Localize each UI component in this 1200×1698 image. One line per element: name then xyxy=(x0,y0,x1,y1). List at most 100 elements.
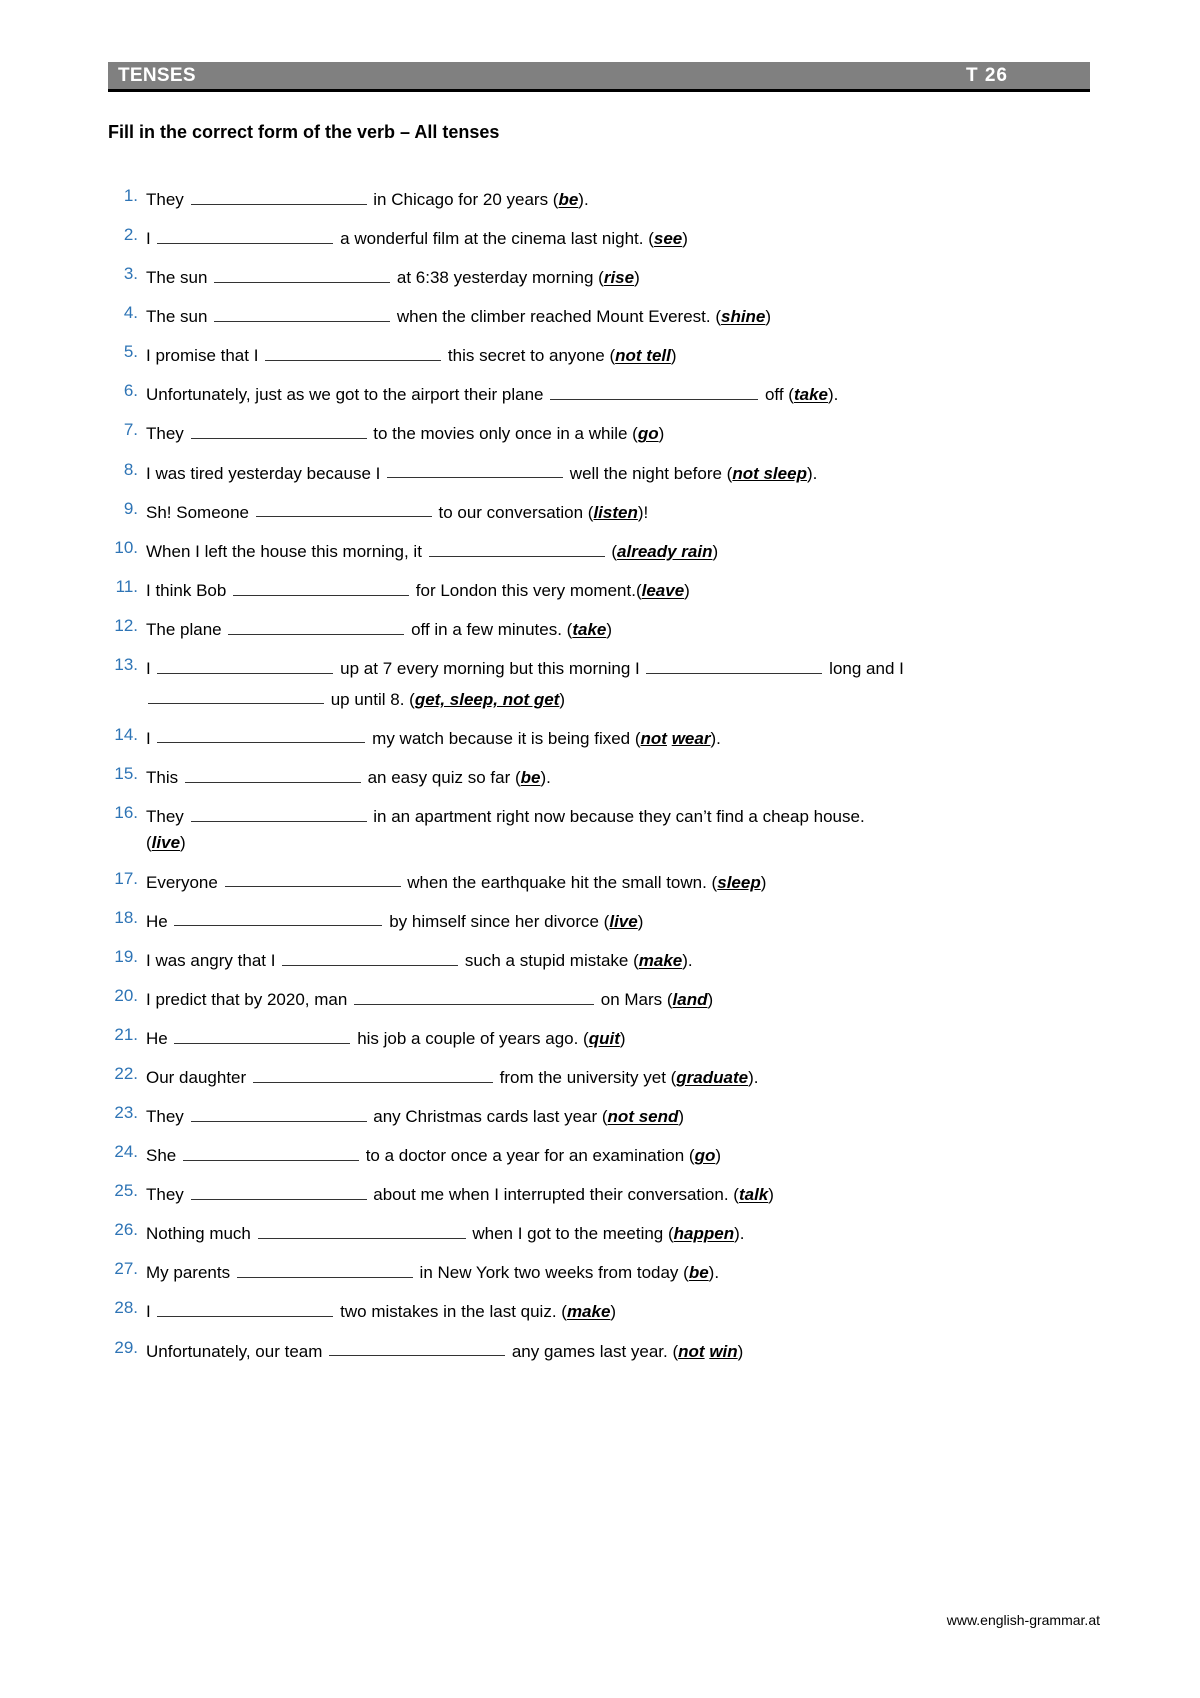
answer-blank[interactable] xyxy=(157,225,334,244)
answer-blank[interactable] xyxy=(190,1181,367,1201)
verb-cue: land xyxy=(672,989,708,1009)
sentence-text-pre: Our daughter xyxy=(146,1067,251,1087)
exercise-number: 3. xyxy=(123,264,138,284)
sentence-line: They any Christmas cards last year (not … xyxy=(146,1103,1108,1128)
answer-blank[interactable] xyxy=(550,381,759,401)
sentence-text-tail: )! xyxy=(637,502,649,522)
answer-blank[interactable] xyxy=(428,538,605,557)
answer-blank[interactable] xyxy=(148,686,324,705)
answer-blank[interactable] xyxy=(265,342,442,362)
exercise-item: 16. They in an apartment right now becaus… xyxy=(108,803,1108,854)
sentence-text-tail: ) xyxy=(606,619,613,639)
exercise-number: 16. xyxy=(114,802,138,822)
sentence-text-pre: They xyxy=(146,1185,189,1205)
verb-cue: graduate xyxy=(676,1067,749,1087)
sentence-text-tail: ) xyxy=(765,307,772,327)
answer-blank[interactable] xyxy=(184,764,361,783)
header-bar: TENSES T 26 xyxy=(108,62,1090,92)
exercise-number: 18. xyxy=(114,907,138,927)
sentence-text-tail: ) xyxy=(670,346,677,366)
answer-blank[interactable] xyxy=(228,616,405,635)
sentence-line: They about me when I interrupted their c… xyxy=(146,1181,1108,1206)
exercise-item: 23. They any Christmas cards last year (n… xyxy=(108,1103,1108,1128)
exercise-number: 20. xyxy=(114,985,138,1005)
sentence-text-pre: Everyone xyxy=(146,872,223,892)
answer-blank[interactable] xyxy=(282,947,459,966)
sentence-text-tail: ) xyxy=(715,1145,722,1165)
answer-blank[interactable] xyxy=(224,869,401,888)
exercise-number: 1. xyxy=(123,186,138,205)
sentence-line: I my watch because it is being fixed (no… xyxy=(146,725,1108,750)
verb-cue: see xyxy=(653,228,683,248)
verb-cue: live xyxy=(151,833,181,853)
verb-cue: make xyxy=(638,950,683,970)
answer-blank[interactable] xyxy=(174,1025,351,1044)
verb-cue: not xyxy=(678,1341,705,1361)
exercise-item: 6. Unfortunately, just as we got to the a… xyxy=(108,381,1108,406)
answer-blank[interactable] xyxy=(214,303,391,323)
exercise-sentence: When I left the house this morning, it (… xyxy=(146,538,1108,563)
sentence-text-tail: ) xyxy=(707,989,714,1009)
answer-blank[interactable] xyxy=(157,725,366,744)
verb-cue: shine xyxy=(720,307,766,327)
verb-cue: happen xyxy=(673,1224,735,1244)
exercise-number: 8. xyxy=(123,459,138,479)
header-title: TENSES xyxy=(118,65,196,86)
answer-blank[interactable] xyxy=(182,1142,359,1161)
sentence-line: Nothing much when I got to the meeting (… xyxy=(146,1220,1108,1245)
answer-blank[interactable] xyxy=(190,803,367,822)
exercise-number: 19. xyxy=(114,946,138,966)
answer-blank[interactable] xyxy=(157,1298,334,1318)
sentence-text-post: up until 8. ( xyxy=(326,689,415,709)
answer-blank[interactable] xyxy=(255,499,432,518)
exercise-item: 29. Unfortunately, our team any games las… xyxy=(108,1338,1108,1363)
verb-cue: quit xyxy=(588,1028,620,1048)
answer-blank[interactable] xyxy=(233,577,410,596)
answer-blank[interactable] xyxy=(190,1103,367,1122)
answer-blank[interactable] xyxy=(354,986,595,1005)
sentence-text-pre: The sun xyxy=(146,268,213,287)
exercise-sentence: I two mistakes in the last quiz. (make) xyxy=(146,1298,1108,1323)
answer-blank[interactable] xyxy=(174,908,383,927)
exercise-sentence: Everyone when the earthquake hit the sma… xyxy=(146,869,1108,894)
sentence-text-pre: I xyxy=(146,728,156,748)
verb-cue: be xyxy=(520,767,541,787)
answer-blank[interactable] xyxy=(329,1338,506,1357)
exercise-number: 5. xyxy=(123,342,138,362)
answer-blank[interactable] xyxy=(214,264,391,283)
exercise-item: 1. They in Chicago for 20 years (be). xyxy=(108,186,1108,211)
exercise-item: 8. I was tired yesterday because I well t… xyxy=(108,460,1108,485)
answer-blank[interactable] xyxy=(236,1259,413,1279)
sentence-text-pre: I was angry that I xyxy=(146,950,281,970)
sentence-text-post: when I got to the meeting ( xyxy=(467,1224,674,1244)
answer-blank[interactable] xyxy=(190,420,367,440)
answer-blank[interactable] xyxy=(646,655,823,674)
sentence-text-pre: She xyxy=(146,1145,181,1165)
exercise-number: 12. xyxy=(114,615,138,635)
exercise-number: 24. xyxy=(114,1142,138,1162)
exercise-number: 26. xyxy=(114,1220,138,1240)
verb-cue: sleep xyxy=(717,872,761,892)
exercise-item: 11. I think Bob for London this very mome… xyxy=(108,577,1108,602)
sentence-line: Unfortunately, just as we got to the air… xyxy=(146,381,1108,406)
verb-cue: talk xyxy=(738,1185,769,1205)
sentence-line: They to the movies only once in a while … xyxy=(146,420,1108,445)
sentence-text-tail: ) xyxy=(180,833,186,853)
sentence-text-pre: I xyxy=(146,1302,156,1322)
answer-blank[interactable] xyxy=(257,1220,466,1240)
answer-blank[interactable] xyxy=(252,1064,493,1083)
answer-blank[interactable] xyxy=(157,655,334,674)
verb-cue: not tell xyxy=(615,346,671,366)
answer-blank[interactable] xyxy=(387,460,564,479)
exercise-item: 20. I predict that by 2020, man on Mars (… xyxy=(108,986,1108,1011)
sentence-line: I think Bob for London this very moment.… xyxy=(146,577,1108,602)
footer-url: www.english-grammar.at xyxy=(946,1612,1100,1628)
answer-blank[interactable] xyxy=(190,186,367,205)
exercise-number: 4. xyxy=(123,303,138,323)
exercise-sentence: I think Bob for London this very moment.… xyxy=(146,577,1108,602)
exercise-item: 26. Nothing much when I got to the meetin… xyxy=(108,1220,1108,1245)
exercise-sentence: They to the movies only once in a while … xyxy=(146,420,1108,445)
verb-cue: listen xyxy=(593,502,638,522)
sentence-text-pre: When I left the house this morning, it xyxy=(146,541,427,561)
exercise-list: 1. They in Chicago for 20 years (be). 2. I … xyxy=(108,186,1108,1377)
